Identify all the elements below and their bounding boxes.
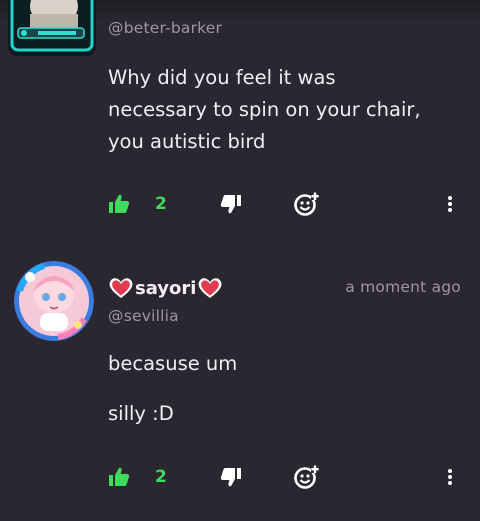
thumbs-down-icon [220,195,241,214]
avatar-1[interactable] [8,0,96,56]
comment-timestamp: a moment ago [345,278,461,296]
username-text: sayori [135,277,197,299]
dislike-button[interactable] [220,189,242,219]
add-reaction-icon [294,465,319,489]
thumbs-up-icon [109,467,130,486]
like-count: 2 [155,194,167,214]
avatar-2[interactable] [14,261,94,341]
heart-emoji-icon [109,278,133,298]
like-button[interactable] [108,189,130,219]
like-button[interactable] [108,462,130,492]
comment-1: @beter-barker Why did you feel it was ne… [0,0,480,230]
heart-emoji-icon [198,278,222,298]
comment-actions: 2 [0,462,480,492]
comment-text: becasuse um silly :D [108,352,238,425]
add-reaction-button[interactable] [293,189,321,219]
like-count: 2 [155,467,167,487]
add-reaction-button[interactable] [293,462,321,492]
comment-actions: 2 [0,189,480,219]
more-options-icon[interactable] [447,467,453,487]
comment-2: sayori a moment ago @sevillia becasuse u… [0,248,480,521]
dislike-button[interactable] [220,462,242,492]
thumbs-down-icon [220,468,241,487]
comment-handle[interactable]: @sevillia [108,307,179,325]
comment-text: Why did you feel it was necessary to spi… [108,66,421,153]
comment-username[interactable]: sayori [108,276,223,300]
comment-handle[interactable]: @beter-barker [108,19,222,37]
more-options-icon[interactable] [447,194,453,214]
thumbs-up-icon [109,194,130,213]
add-reaction-icon [294,192,319,216]
